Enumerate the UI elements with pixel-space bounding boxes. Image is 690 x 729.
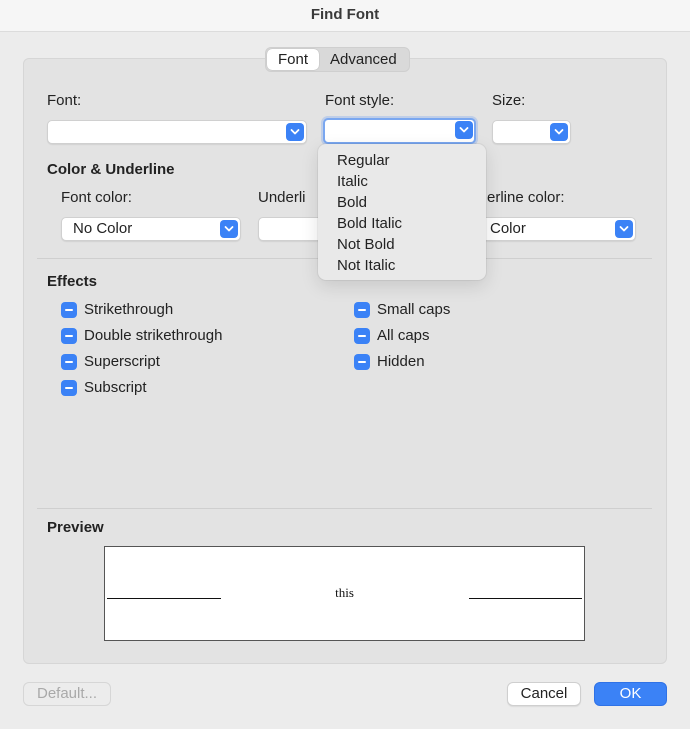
preview-underline-right [469, 598, 582, 599]
font-label: Font: [47, 92, 82, 109]
font-color-popup[interactable]: No Color [61, 217, 241, 241]
preview-heading: Preview [47, 519, 104, 536]
superscript-label: Superscript [84, 353, 160, 370]
tab-advanced[interactable]: Advanced [319, 49, 408, 70]
hidden-label: Hidden [377, 353, 425, 370]
menu-item-not-bold[interactable]: Not Bold [318, 234, 486, 255]
subscript-label: Subscript [84, 379, 147, 396]
all-caps-checkbox[interactable] [354, 328, 370, 344]
menu-item-italic[interactable]: Italic [318, 171, 486, 192]
cancel-button[interactable]: Cancel [507, 682, 581, 706]
font-style-label: Font style: [325, 92, 395, 109]
menu-item-bold-italic[interactable]: Bold Italic [318, 213, 486, 234]
preview-box: this [104, 546, 585, 641]
double-strikethrough-checkbox[interactable] [61, 328, 77, 344]
tab-control: Font Advanced [265, 47, 410, 72]
font-popup[interactable] [47, 120, 307, 144]
section-divider [37, 508, 652, 509]
size-label: Size: [492, 92, 526, 109]
effects-heading: Effects [47, 273, 98, 290]
underline-color-value: Color [490, 220, 526, 237]
ok-button[interactable]: OK [594, 682, 667, 706]
window-title: Find Font [0, 0, 690, 32]
double-strikethrough-label: Double strikethrough [84, 327, 223, 344]
subscript-checkbox[interactable] [61, 380, 77, 396]
underline-color-label: erline color: [487, 189, 565, 206]
font-color-label: Font color: [61, 189, 132, 206]
underline-color-popup[interactable]: Color [478, 217, 636, 241]
tab-font[interactable]: Font [267, 49, 320, 70]
strikethrough-label: Strikethrough [84, 301, 174, 318]
size-popup[interactable] [492, 120, 571, 144]
menu-item-regular[interactable]: Regular [318, 150, 486, 171]
chevron-down-icon [550, 123, 568, 141]
strikethrough-checkbox[interactable] [61, 302, 77, 318]
color-underline-heading: Color & Underline [47, 161, 175, 178]
small-caps-label: Small caps [377, 301, 451, 318]
chevron-down-icon [455, 121, 473, 139]
hidden-checkbox[interactable] [354, 354, 370, 370]
small-caps-checkbox[interactable] [354, 302, 370, 318]
chevron-down-icon [286, 123, 304, 141]
font-style-popup[interactable] [323, 118, 476, 144]
font-style-menu: Regular Italic Bold Bold Italic Not Bold… [318, 144, 486, 280]
all-caps-label: All caps [377, 327, 430, 344]
chevron-down-icon [615, 220, 633, 238]
font-color-value: No Color [73, 220, 133, 237]
default-button[interactable]: Default... [23, 682, 111, 706]
underline-style-label: Underli [258, 189, 306, 206]
menu-item-bold[interactable]: Bold [318, 192, 486, 213]
menu-item-not-italic[interactable]: Not Italic [318, 255, 486, 276]
superscript-checkbox[interactable] [61, 354, 77, 370]
chevron-down-icon [220, 220, 238, 238]
